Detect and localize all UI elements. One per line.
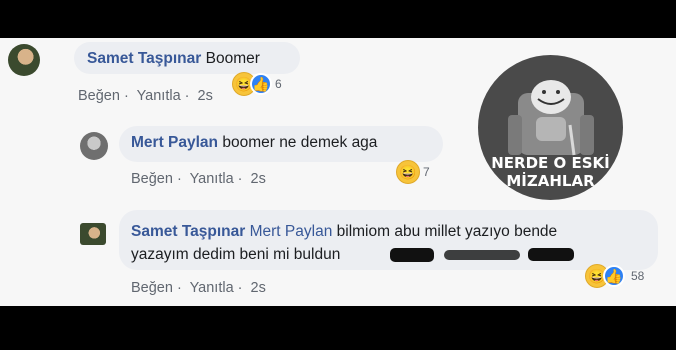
like-button[interactable]: Beğen	[78, 88, 120, 104]
reply-button[interactable]: Yanıtla	[190, 280, 234, 296]
separator: ·	[237, 171, 243, 187]
comment-text: Mert Paylan boomer ne demek aga	[131, 134, 377, 152]
redaction-mark	[444, 250, 520, 260]
avatar[interactable]	[8, 44, 40, 76]
like-icon: 👍	[250, 73, 272, 95]
avatar[interactable]	[80, 132, 108, 160]
comment-actions: Beğen · Yanıtla · 2s	[131, 280, 270, 296]
timestamp[interactable]: 2s	[251, 280, 266, 296]
comment-message: yazayım dedim beni mi buldun	[131, 246, 341, 263]
comment-message: bilmiom abu millet yazıyo bende	[336, 223, 558, 240]
redaction-mark	[528, 248, 574, 261]
timestamp[interactable]: 2s	[251, 171, 266, 187]
comment-message: boomer ne demek aga	[222, 134, 378, 151]
redaction-mark	[390, 248, 434, 262]
like-icon: 👍	[603, 265, 625, 287]
badge-subtitle: MİZAHLAR	[506, 172, 595, 190]
watermark-logo: NERDE O ESKİ MİZAHLAR	[478, 55, 623, 200]
reaction-summary[interactable]: 😆 👍 6	[232, 72, 282, 96]
separator: ·	[237, 280, 243, 296]
separator: ·	[176, 171, 182, 187]
avatar[interactable]	[80, 223, 106, 245]
comment-message: Boomer	[205, 50, 260, 67]
like-button[interactable]: Beğen	[131, 171, 173, 187]
timestamp[interactable]: 2s	[198, 88, 213, 104]
like-button[interactable]: Beğen	[131, 280, 173, 296]
comment-actions: Beğen · Yanıtla · 2s	[78, 88, 217, 104]
badge-title: NERDE O ESKİ	[491, 154, 610, 172]
comment-text: Samet Taşpınar Boomer	[87, 50, 260, 68]
haha-icon: 😆	[396, 160, 420, 184]
reply-button[interactable]: Yanıtla	[190, 171, 234, 187]
reply-button[interactable]: Yanıtla	[137, 88, 181, 104]
separator: ·	[123, 88, 129, 104]
mention-link[interactable]: Mert Paylan	[250, 223, 333, 240]
reaction-count: 58	[631, 269, 645, 283]
reaction-count: 7	[423, 165, 430, 179]
reaction-count: 6	[275, 77, 282, 91]
comment-author[interactable]: Samet Taşpınar	[131, 223, 245, 240]
separator: ·	[184, 88, 190, 104]
comment-author[interactable]: Mert Paylan	[131, 134, 218, 151]
reaction-summary[interactable]: 😆 7	[396, 160, 430, 184]
separator: ·	[176, 280, 182, 296]
comment-actions: Beğen · Yanıtla · 2s	[131, 171, 270, 187]
reaction-summary[interactable]: 😆 👍 58	[585, 264, 644, 288]
comment-author[interactable]: Samet Taşpınar	[87, 50, 201, 67]
